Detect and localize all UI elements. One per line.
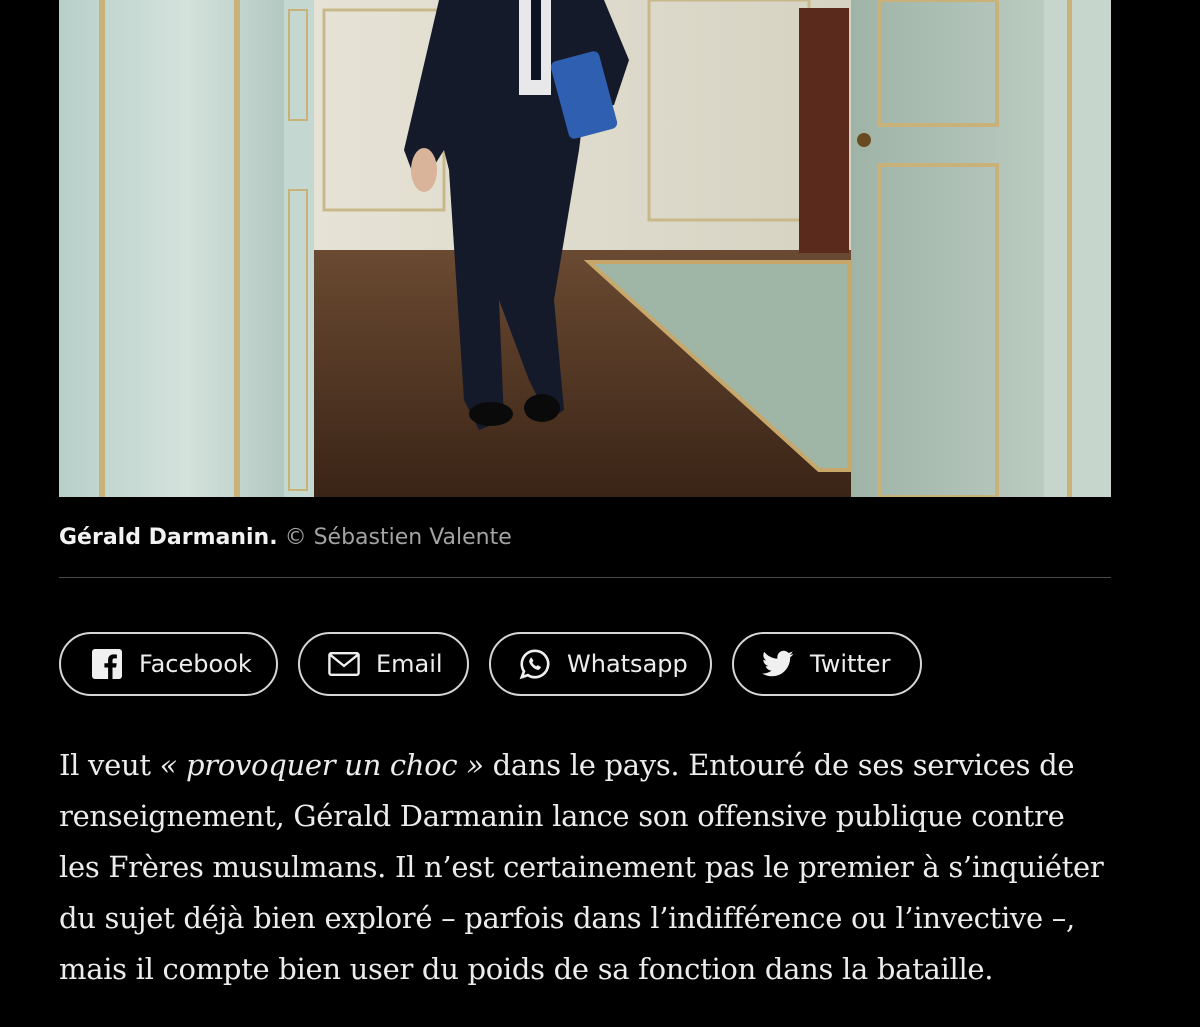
facebook-icon (91, 648, 123, 680)
article-line: renseignement, Gérald Darmanin lance son… (59, 799, 1065, 833)
twitter-icon (762, 648, 794, 680)
share-twitter-button[interactable]: Twitter (732, 632, 922, 696)
mail-icon (328, 648, 360, 680)
divider (59, 577, 1111, 578)
caption-credit: © Sébastien Valente (284, 525, 512, 550)
share-email-label: Email (376, 650, 443, 678)
caption-name: Gérald Darmanin. (59, 525, 278, 550)
photo-caption: Gérald Darmanin. © Sébastien Valente (59, 525, 512, 550)
share-whatsapp-button[interactable]: Whatsapp (489, 632, 712, 696)
article-quote: « provoquer un choc » (159, 748, 484, 782)
article-line: du sujet déjà bien exploré – parfois dan… (59, 901, 1075, 935)
article-photo (59, 0, 1111, 497)
share-facebook-button[interactable]: Facebook (59, 632, 278, 696)
share-twitter-label: Twitter (810, 650, 891, 678)
article-line: les Frères musulmans. Il n’est certainem… (59, 850, 1104, 884)
share-email-button[interactable]: Email (298, 632, 469, 696)
share-whatsapp-label: Whatsapp (567, 650, 688, 678)
article-text: dans le pays. Entouré de ses services de (483, 748, 1075, 782)
whatsapp-icon (519, 648, 551, 680)
article-paragraph: Il veut « provoquer un choc » dans le pa… (59, 740, 1119, 995)
photo-illustration (59, 0, 1111, 497)
article-line: Il veut « provoquer un choc » dans le pa… (59, 740, 1119, 791)
share-facebook-label: Facebook (139, 650, 252, 678)
article-text: Il veut (59, 748, 160, 782)
article-line: mais il compte bien user du poids de sa … (59, 952, 994, 986)
